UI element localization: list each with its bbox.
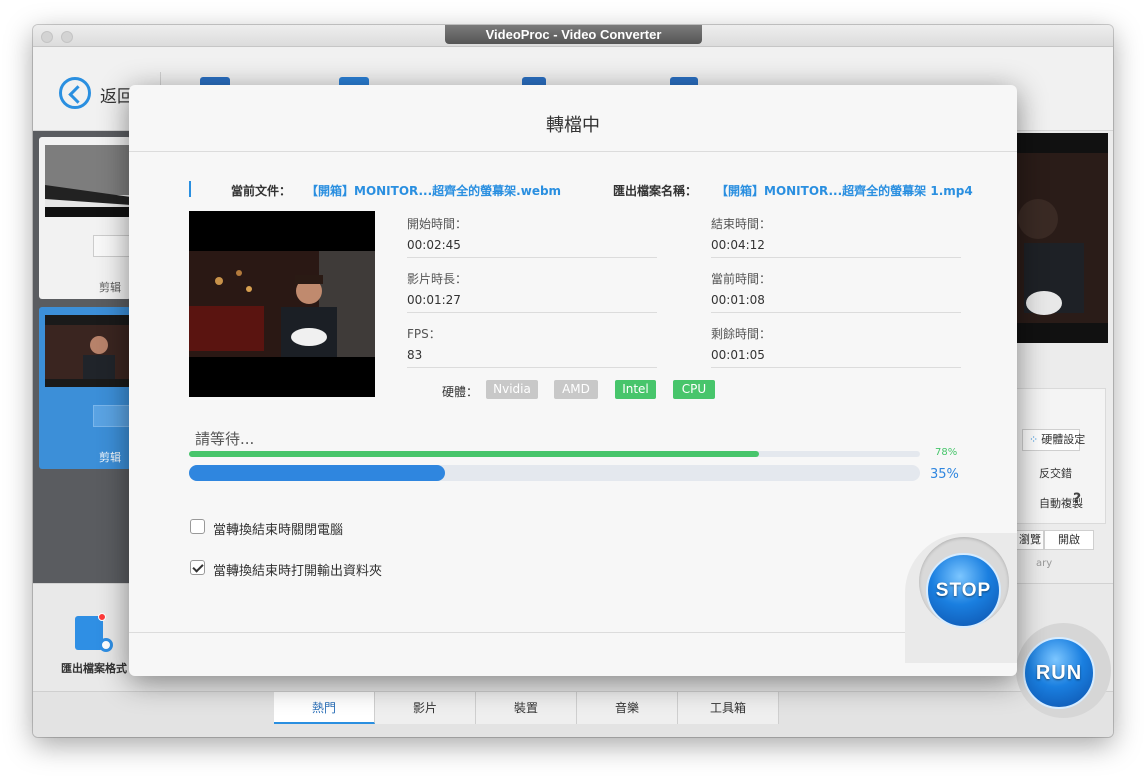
fps-value: 83 (407, 348, 423, 362)
output-file-name: 【開箱】MONITOR...超齊全的螢幕架 1.mp4 (716, 184, 973, 198)
notification-dot-icon (98, 613, 106, 621)
clip-edit-label[interactable]: 剪辑 (99, 449, 121, 465)
stat-divider (711, 367, 961, 368)
clip-edit-label[interactable]: 剪辑 (99, 279, 121, 295)
hardware-settings-button[interactable]: 硬體設定 (1022, 429, 1085, 451)
tab-toolbox[interactable]: 工具箱 (678, 692, 779, 724)
duration-label: 影片時長： (407, 272, 468, 286)
fps-label: FPS： (407, 327, 441, 341)
hw-tag-intel: Intel (615, 380, 656, 399)
hw-tag-cpu: CPU (673, 380, 715, 399)
library-label: ary (1036, 558, 1053, 569)
duration-value: 00:01:27 (407, 293, 461, 307)
current-file-label: 當前文件： (231, 184, 292, 198)
file-progress-track (189, 465, 920, 481)
file-progress-fill (189, 465, 445, 481)
stat-divider (407, 367, 657, 368)
remaining-time-value: 00:01:05 (711, 348, 765, 362)
total-progress-track (189, 451, 920, 457)
hw-tag-nvidia: Nvidia (486, 380, 538, 399)
output-format-label[interactable]: 匯出檔案格式 (61, 660, 127, 676)
video-preview (189, 211, 375, 397)
clip-progress-slot (93, 405, 133, 427)
preview-video (1016, 133, 1108, 343)
clip-item[interactable]: 剪辑 (39, 137, 133, 299)
stop-button[interactable]: STOP (926, 553, 1001, 628)
dialog-title: 轉檔中 (546, 115, 600, 136)
end-time-value: 00:04:12 (711, 238, 765, 252)
clip-list: 剪辑 剪辑 (33, 131, 133, 583)
start-time-value: 00:02:45 (407, 238, 461, 252)
browse-button[interactable]: 瀏覽 (1016, 530, 1044, 550)
clip-thumbnail (45, 145, 131, 217)
tab-popular[interactable]: 熱門 (274, 692, 375, 724)
shutdown-checkbox[interactable] (190, 519, 205, 534)
close-window-button[interactable] (41, 31, 53, 43)
stat-divider (711, 312, 961, 313)
start-time-label: 開始時間： (407, 217, 468, 231)
dialog-header-divider (129, 151, 1017, 152)
file-accent-bar (189, 181, 191, 197)
converting-dialog: 轉檔中 當前文件： 【開箱】MONITOR...超齊全的螢幕架.webm 匯出檔… (129, 85, 1017, 676)
end-time-label: 結束時間： (711, 217, 772, 231)
minimize-window-button[interactable] (61, 31, 73, 43)
file-progress-percent: 35% (930, 467, 959, 482)
total-progress-fill (189, 451, 760, 457)
window-title: VideoProc - Video Converter (445, 25, 702, 44)
tab-device[interactable]: 裝置 (476, 692, 577, 724)
clip-progress-slot (93, 235, 133, 257)
total-progress-percent: 78% (935, 447, 958, 458)
current-file-name: 【開箱】MONITOR...超齊全的螢幕架.webm (306, 184, 562, 198)
tab-video[interactable]: 影片 (375, 692, 476, 724)
run-button[interactable]: RUN (1023, 637, 1095, 709)
open-button[interactable]: 開啟 (1044, 530, 1094, 550)
hardware-label: 硬體： (442, 385, 479, 399)
deinterlace-label[interactable]: 反交錯 (1039, 465, 1072, 481)
remaining-time-label: 剩餘時間： (711, 327, 772, 341)
title-bar: VideoProc - Video Converter (33, 25, 1113, 47)
dialog-footer-divider (129, 632, 1017, 633)
stat-divider (711, 257, 961, 258)
video-preview-frame (189, 211, 375, 397)
stat-divider (407, 312, 657, 313)
current-time-value: 00:01:08 (711, 293, 765, 307)
clip-thumbnail (45, 315, 131, 387)
open-folder-option-label[interactable]: 當轉換結束時打開輸出資料夾 (213, 560, 382, 579)
output-name-label: 匯出檔案名稱： (613, 184, 698, 198)
stat-divider (407, 257, 657, 258)
open-folder-checkbox[interactable] (190, 560, 205, 575)
hw-tag-amd: AMD (554, 380, 598, 399)
category-tabs: 熱門 影片 裝置 音樂 工具箱 (33, 691, 1113, 737)
tab-music[interactable]: 音樂 (577, 692, 678, 724)
help-icon[interactable]: ? (1073, 491, 1081, 507)
back-arrow-icon[interactable] (59, 77, 91, 109)
current-time-label: 當前時間： (711, 272, 772, 286)
clip-item-selected[interactable]: 剪辑 (39, 307, 133, 469)
shutdown-option-label[interactable]: 當轉換結束時關閉電腦 (213, 519, 343, 538)
gear-icon (99, 638, 113, 652)
status-text: 請等待... (195, 430, 255, 448)
